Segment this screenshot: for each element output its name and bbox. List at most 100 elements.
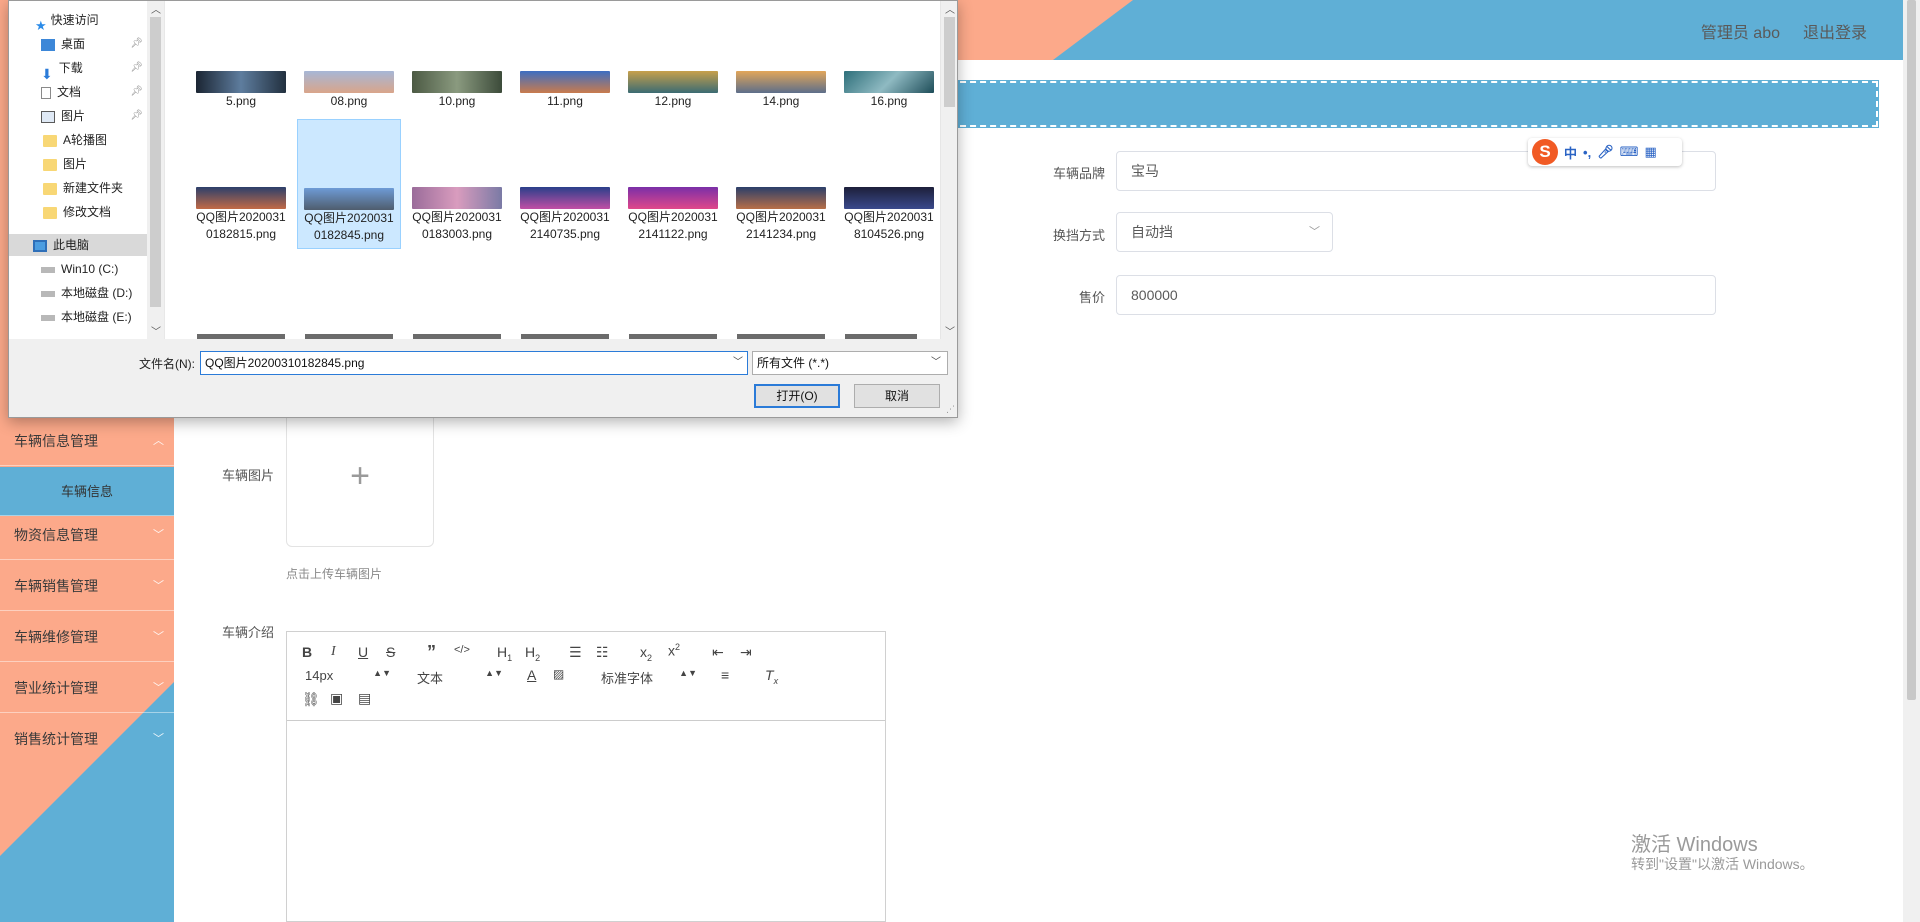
open-button[interactable]: 打开(O)	[754, 384, 840, 408]
file-name: 12.png	[654, 94, 692, 108]
ime-toolbar[interactable]: S 中 •, 🎤︎ ⌨ ▦	[1528, 138, 1682, 166]
drive-icon	[41, 290, 55, 297]
outdent-icon[interactable]: ⇤	[712, 644, 724, 661]
chevron-down-icon[interactable]: ﹀	[945, 323, 955, 338]
indent-icon[interactable]: ⇥	[740, 644, 752, 661]
file-list-scrollbar[interactable]: ︿ ﹀	[940, 1, 957, 339]
nav-label: 此电脑	[53, 238, 90, 252]
punctuation-icon[interactable]: •,	[1583, 145, 1591, 160]
underline-icon[interactable]: U	[358, 644, 368, 660]
filename-input[interactable]: QQ图片20200310182845.png ﹀	[200, 351, 748, 375]
chevron-down-icon[interactable]: ﹀	[733, 352, 743, 374]
nav-folder-edit-docs[interactable]: 修改文档	[9, 201, 147, 223]
image-icon[interactable]: ▣	[330, 690, 343, 707]
align-icon[interactable]: ≡	[721, 667, 729, 683]
scrollbar-thumb[interactable]	[944, 17, 955, 107]
superscript-icon[interactable]: x2	[668, 642, 680, 659]
nav-documents[interactable]: 文档 📌︎	[9, 81, 147, 103]
filename-value: QQ图片20200310182845.png	[205, 356, 365, 370]
file-item[interactable]: QQ图片20200312141122.png	[621, 119, 725, 243]
nav-label: 下载	[58, 61, 83, 75]
file-item[interactable]: 11.png	[513, 71, 617, 110]
file-item[interactable]: QQ图片20200318104526.png	[837, 119, 941, 243]
file-item-selected[interactable]: QQ图片20200310182845.png	[297, 119, 401, 249]
video-icon[interactable]: ▤	[358, 690, 371, 707]
chevron-down-icon[interactable]: ﹀	[151, 323, 161, 338]
nav-drive-c[interactable]: Win10 (C:)	[9, 258, 147, 280]
subscript-icon[interactable]: x2	[640, 644, 652, 663]
strikethrough-icon[interactable]: S	[386, 644, 395, 660]
scrollbar-thumb[interactable]	[150, 17, 161, 307]
nav-drive-d[interactable]: 本地磁盘 (D:)	[9, 282, 147, 304]
nav-quick-access[interactable]: ★ 快速访问	[9, 9, 147, 33]
nav-desktop[interactable]: 桌面 📌︎	[9, 33, 147, 55]
sidebar-item-sales-management[interactable]: 车辆销售管理 ﹀	[0, 562, 174, 611]
file-item[interactable]: QQ图片20200310182815.png	[189, 119, 293, 243]
blockquote-icon[interactable]: ”	[427, 642, 436, 663]
image-thumbnail	[736, 71, 826, 93]
nav-downloads[interactable]: ⬇ 下载 📌︎	[9, 57, 147, 82]
file-item[interactable]: 12.png	[621, 71, 725, 110]
sidebar-item-materials-management[interactable]: 物资信息管理 ﹀	[0, 511, 174, 560]
chevron-up-icon[interactable]: ︿	[151, 1, 161, 16]
sogou-logo-icon: S	[1532, 139, 1558, 165]
chevron-down-icon: ﹀	[153, 733, 164, 745]
bold-icon[interactable]: B	[302, 644, 312, 660]
nav-folder-carousel[interactable]: A轮播图	[9, 129, 147, 151]
nav-this-pc[interactable]: 此电脑	[9, 234, 147, 256]
download-icon: ⬇	[41, 65, 53, 82]
sidebar-item-repair-management[interactable]: 车辆维修管理 ﹀	[0, 613, 174, 662]
image-thumbnail	[628, 187, 718, 209]
file-item[interactable]: 16.png	[837, 71, 941, 110]
font-size-select[interactable]: 14px ▲▼	[305, 668, 391, 683]
italic-icon[interactable]: I	[331, 644, 336, 660]
file-item[interactable]: 10.png	[405, 71, 509, 110]
ordered-list-icon[interactable]: ☰	[569, 644, 582, 661]
chevron-down-icon: ﹀	[931, 357, 941, 368]
cancel-button[interactable]: 取消	[854, 384, 940, 408]
gear-select[interactable]: 自动挡 ﹀	[1116, 212, 1333, 252]
rich-text-editor: B I U S ” </> H1 H2 ☰ ☷ x2 x2 ⇤ ⇥ 14px ▲…	[286, 631, 886, 922]
sidebar-item-sales-stats[interactable]: 销售统计管理 ﹀	[0, 715, 174, 764]
heading1-icon[interactable]: H1	[497, 644, 512, 663]
font-family-select[interactable]: 标准字体 ▲▼	[601, 668, 697, 687]
chevron-up-icon[interactable]: ︿	[945, 1, 955, 16]
nav-scrollbar[interactable]: ︿ ﹀	[147, 1, 164, 339]
folder-icon	[43, 182, 57, 195]
background-color-icon[interactable]: ▨	[553, 667, 564, 681]
keyboard-icon[interactable]: ⌨	[1620, 144, 1639, 160]
sidebar-subitem-vehicle-info[interactable]: 车辆信息	[0, 467, 174, 516]
toolbox-icon[interactable]: ▦	[1644, 144, 1656, 160]
code-icon[interactable]: </>	[454, 644, 470, 656]
font-color-icon[interactable]: A	[527, 667, 536, 683]
file-item[interactable]: 08.png	[297, 71, 401, 110]
logout-link[interactable]: 退出登录	[1803, 19, 1867, 43]
scrollbar-thumb[interactable]	[1907, 0, 1916, 700]
nav-pictures[interactable]: 图片 📌︎	[9, 105, 147, 127]
page-scrollbar[interactable]	[1903, 0, 1920, 922]
paragraph-select[interactable]: 文本 ▲▼	[417, 668, 503, 687]
file-item[interactable]: QQ图片20200310183003.png	[405, 119, 509, 243]
nav-drive-e[interactable]: 本地磁盘 (E:)	[9, 306, 147, 328]
nav-folder-pictures[interactable]: 图片	[9, 153, 147, 175]
image-thumbnail	[628, 71, 718, 93]
bullet-list-icon[interactable]: ☷	[596, 644, 609, 661]
filetype-select[interactable]: 所有文件 (*.*) ﹀	[752, 351, 948, 375]
nav-folder-new[interactable]: 新建文件夹	[9, 177, 147, 199]
file-item[interactable]: 5.png	[189, 71, 293, 110]
ime-mode-toggle[interactable]: 中	[1564, 143, 1577, 162]
heading2-icon[interactable]: H2	[525, 644, 540, 663]
image-upload-box[interactable]: +	[286, 411, 434, 547]
file-item[interactable]: QQ图片20200312140735.png	[513, 119, 617, 243]
clear-format-icon[interactable]: Tx	[765, 667, 778, 686]
resize-grip-icon[interactable]: ⋰	[946, 404, 955, 415]
editor-content[interactable]	[287, 722, 885, 922]
price-input[interactable]: 800000	[1116, 275, 1716, 315]
link-icon[interactable]: ⛓	[302, 691, 320, 708]
sidebar-item-business-stats[interactable]: 营业统计管理 ﹀	[0, 664, 174, 713]
image-label: 车辆图片	[221, 468, 274, 483]
file-item[interactable]: 14.png	[729, 71, 833, 110]
microphone-icon[interactable]: 🎤︎	[1597, 144, 1614, 160]
file-item[interactable]: QQ图片20200312141234.png	[729, 119, 833, 243]
sidebar-item-vehicle-info-management[interactable]: 车辆信息管理 ︿	[0, 417, 174, 466]
